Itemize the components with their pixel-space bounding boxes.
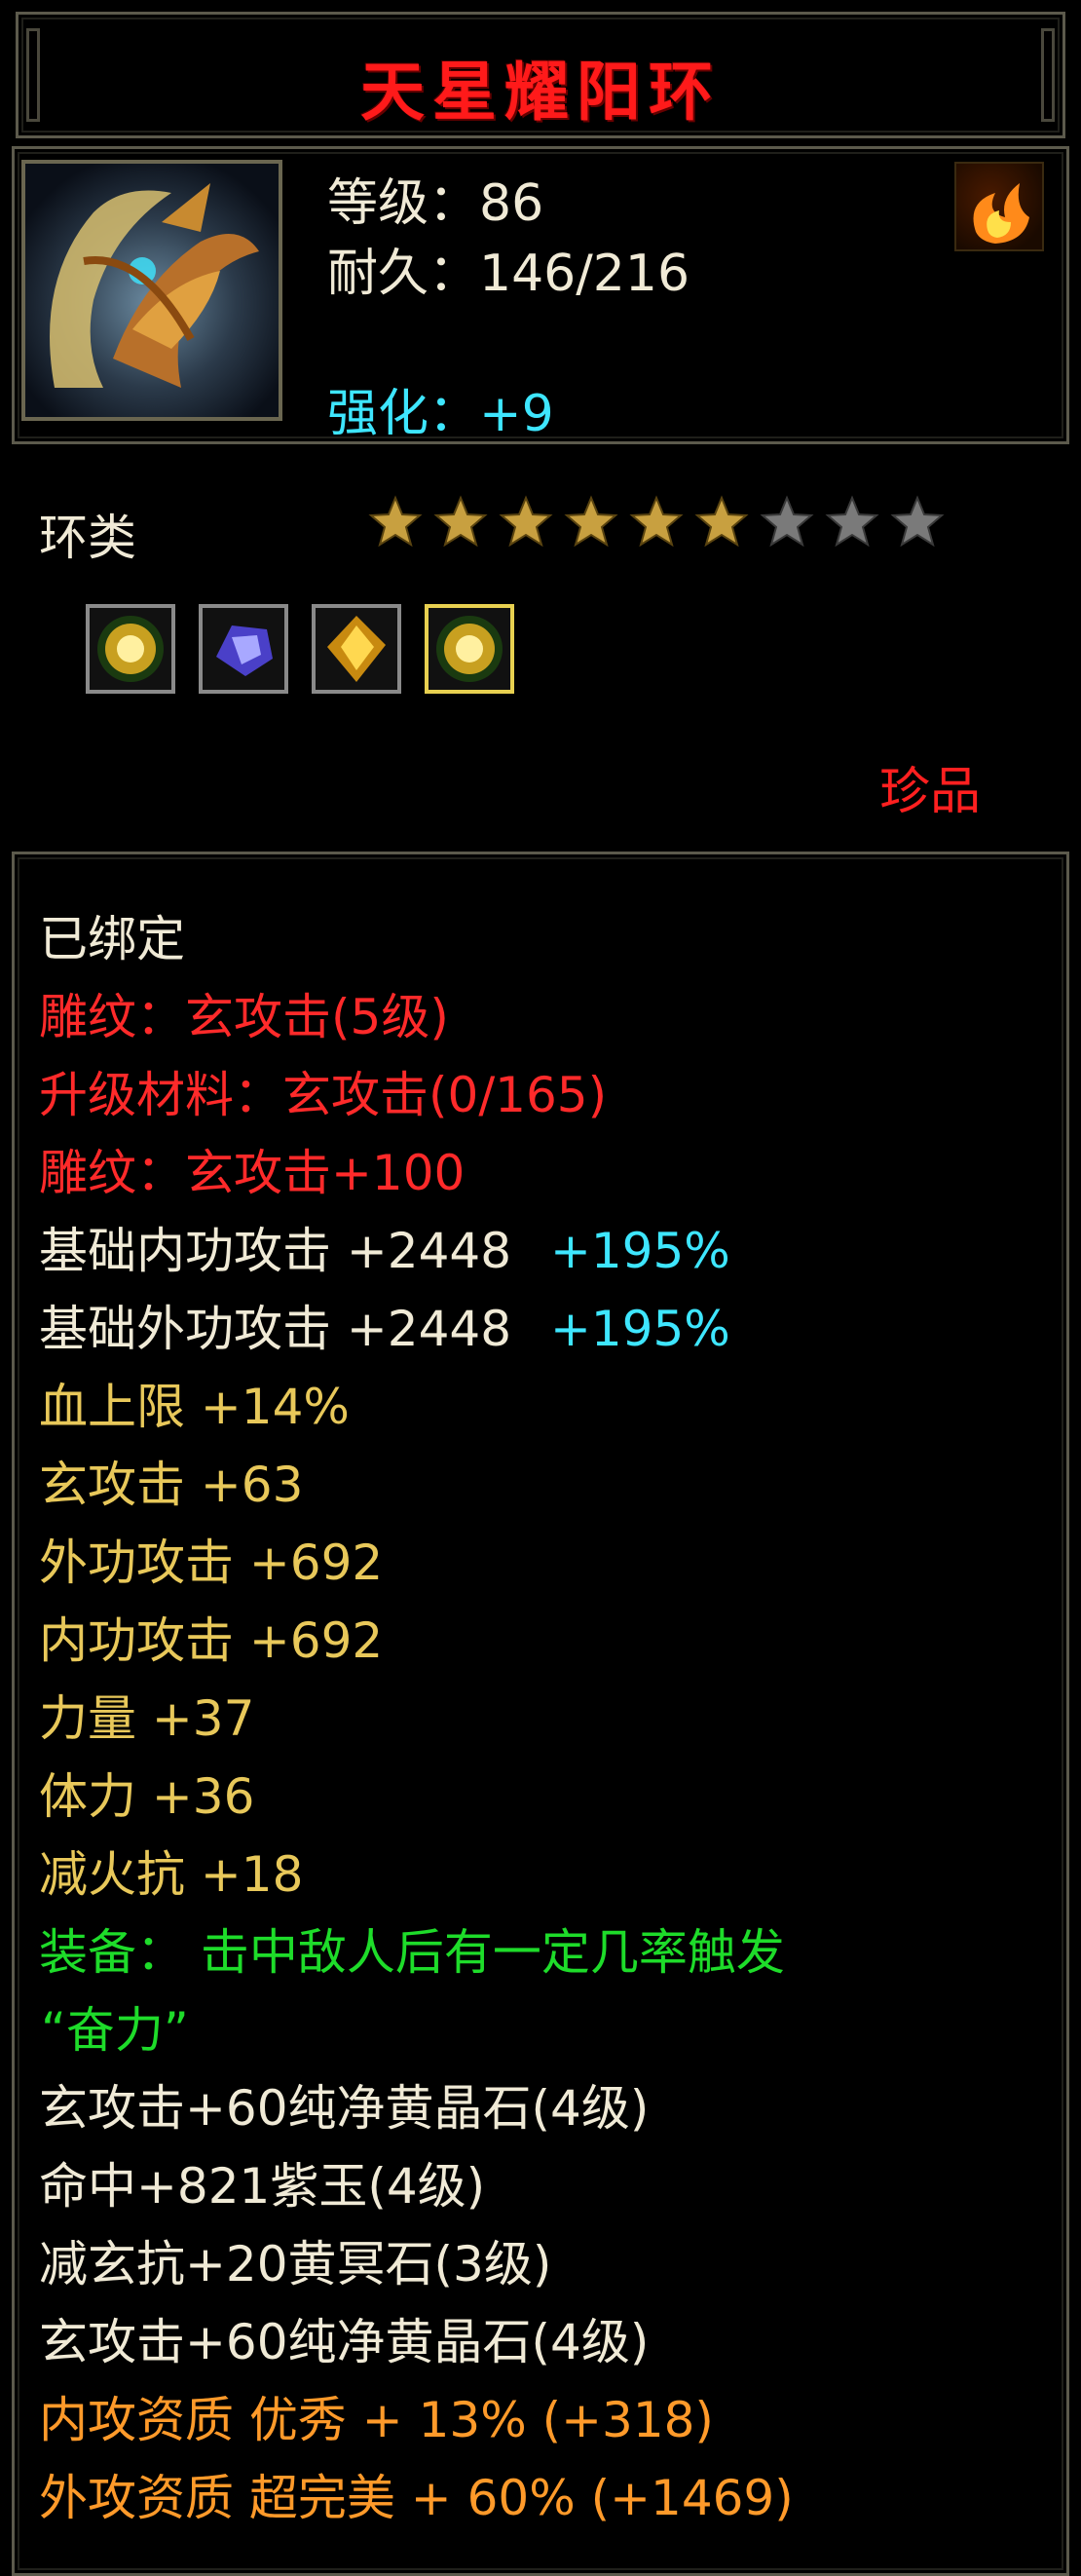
- base-outer-attack-pct: +195%: [549, 1301, 730, 1357]
- item-durability: 耐久：146/216: [327, 245, 690, 303]
- green-gold-gem-icon: [436, 616, 503, 682]
- base-inner-attack-value: 基础内功攻击 +2448: [39, 1223, 512, 1279]
- star-filled-icon: [499, 495, 553, 548]
- base-inner-attack: 基础内功攻击 +2448 +195%: [39, 1212, 730, 1290]
- carve-bonus: 雕纹：玄攻击+100: [39, 1145, 466, 1201]
- base-inner-attack-pct: +195%: [549, 1223, 730, 1279]
- item-icon: [21, 160, 282, 421]
- hp-limit: 血上限 +14%: [39, 1379, 350, 1435]
- strength: 力量 +37: [39, 1690, 255, 1747]
- item-type: 环类: [39, 510, 136, 566]
- yellow-crystal-gem-icon: [327, 616, 386, 682]
- gem-socket-3[interactable]: [312, 604, 401, 694]
- star-empty-icon: [760, 495, 814, 548]
- fire-element-icon: [954, 162, 1044, 251]
- gem-stat-1: 玄攻击+60纯净黄晶石(4级): [39, 2080, 650, 2137]
- outer-attack: 外功攻击 +692: [39, 1534, 384, 1591]
- star-filled-icon: [694, 495, 749, 548]
- inner-quality: 内攻资质 优秀 + 13% (+318): [39, 2392, 714, 2448]
- gem-stat-2: 命中+821紫玉(4级): [39, 2158, 486, 2215]
- base-outer-attack: 基础外功攻击 +2448 +195%: [39, 1290, 730, 1368]
- purple-jade-gem-icon: [216, 625, 273, 676]
- star-empty-icon: [890, 495, 945, 548]
- upgrade-material: 升级材料：玄攻击(0/165): [39, 1067, 608, 1123]
- star-filled-icon: [368, 495, 423, 548]
- gem-socket-1[interactable]: [86, 604, 175, 694]
- fire-resist-reduce: 减火抗 +18: [39, 1846, 304, 1903]
- equip-effect: 装备： 击中敌人后有一定几率触发: [39, 1924, 785, 1981]
- stamina: 体力 +36: [39, 1768, 255, 1825]
- title-bar: 天星耀阳环: [16, 12, 1065, 138]
- gem-socket-2[interactable]: [199, 604, 288, 694]
- star-filled-icon: [564, 495, 618, 548]
- inner-attack: 内功攻击 +692: [39, 1612, 384, 1669]
- bound-status: 已绑定: [39, 911, 185, 967]
- star-filled-icon: [629, 495, 684, 548]
- item-enhance: 强化：+9: [327, 385, 554, 443]
- mystic-attack: 玄攻击 +63: [39, 1457, 304, 1513]
- green-gold-gem-icon: [97, 616, 164, 682]
- golden-dragon-ring-icon: [50, 183, 259, 388]
- carve-level: 雕纹：玄攻击(5级): [39, 989, 449, 1045]
- rarity-label: 珍品: [879, 763, 982, 821]
- gem-socket-4[interactable]: [425, 604, 514, 694]
- item-title: 天星耀阳环: [360, 55, 721, 130]
- item-level: 等级：86: [327, 174, 544, 233]
- gem-stat-4: 玄攻击+60纯净黄晶石(4级): [39, 2314, 650, 2370]
- star-filled-icon: [433, 495, 488, 548]
- star-empty-icon: [825, 495, 879, 548]
- base-outer-attack-value: 基础外功攻击 +2448: [39, 1301, 512, 1357]
- equip-effect-name: “奋力”: [41, 2002, 189, 2059]
- outer-quality: 外攻资质 超完美 + 60% (+1469): [39, 2470, 794, 2526]
- gem-stat-3: 减玄抗+20黄冥石(3级): [39, 2236, 552, 2292]
